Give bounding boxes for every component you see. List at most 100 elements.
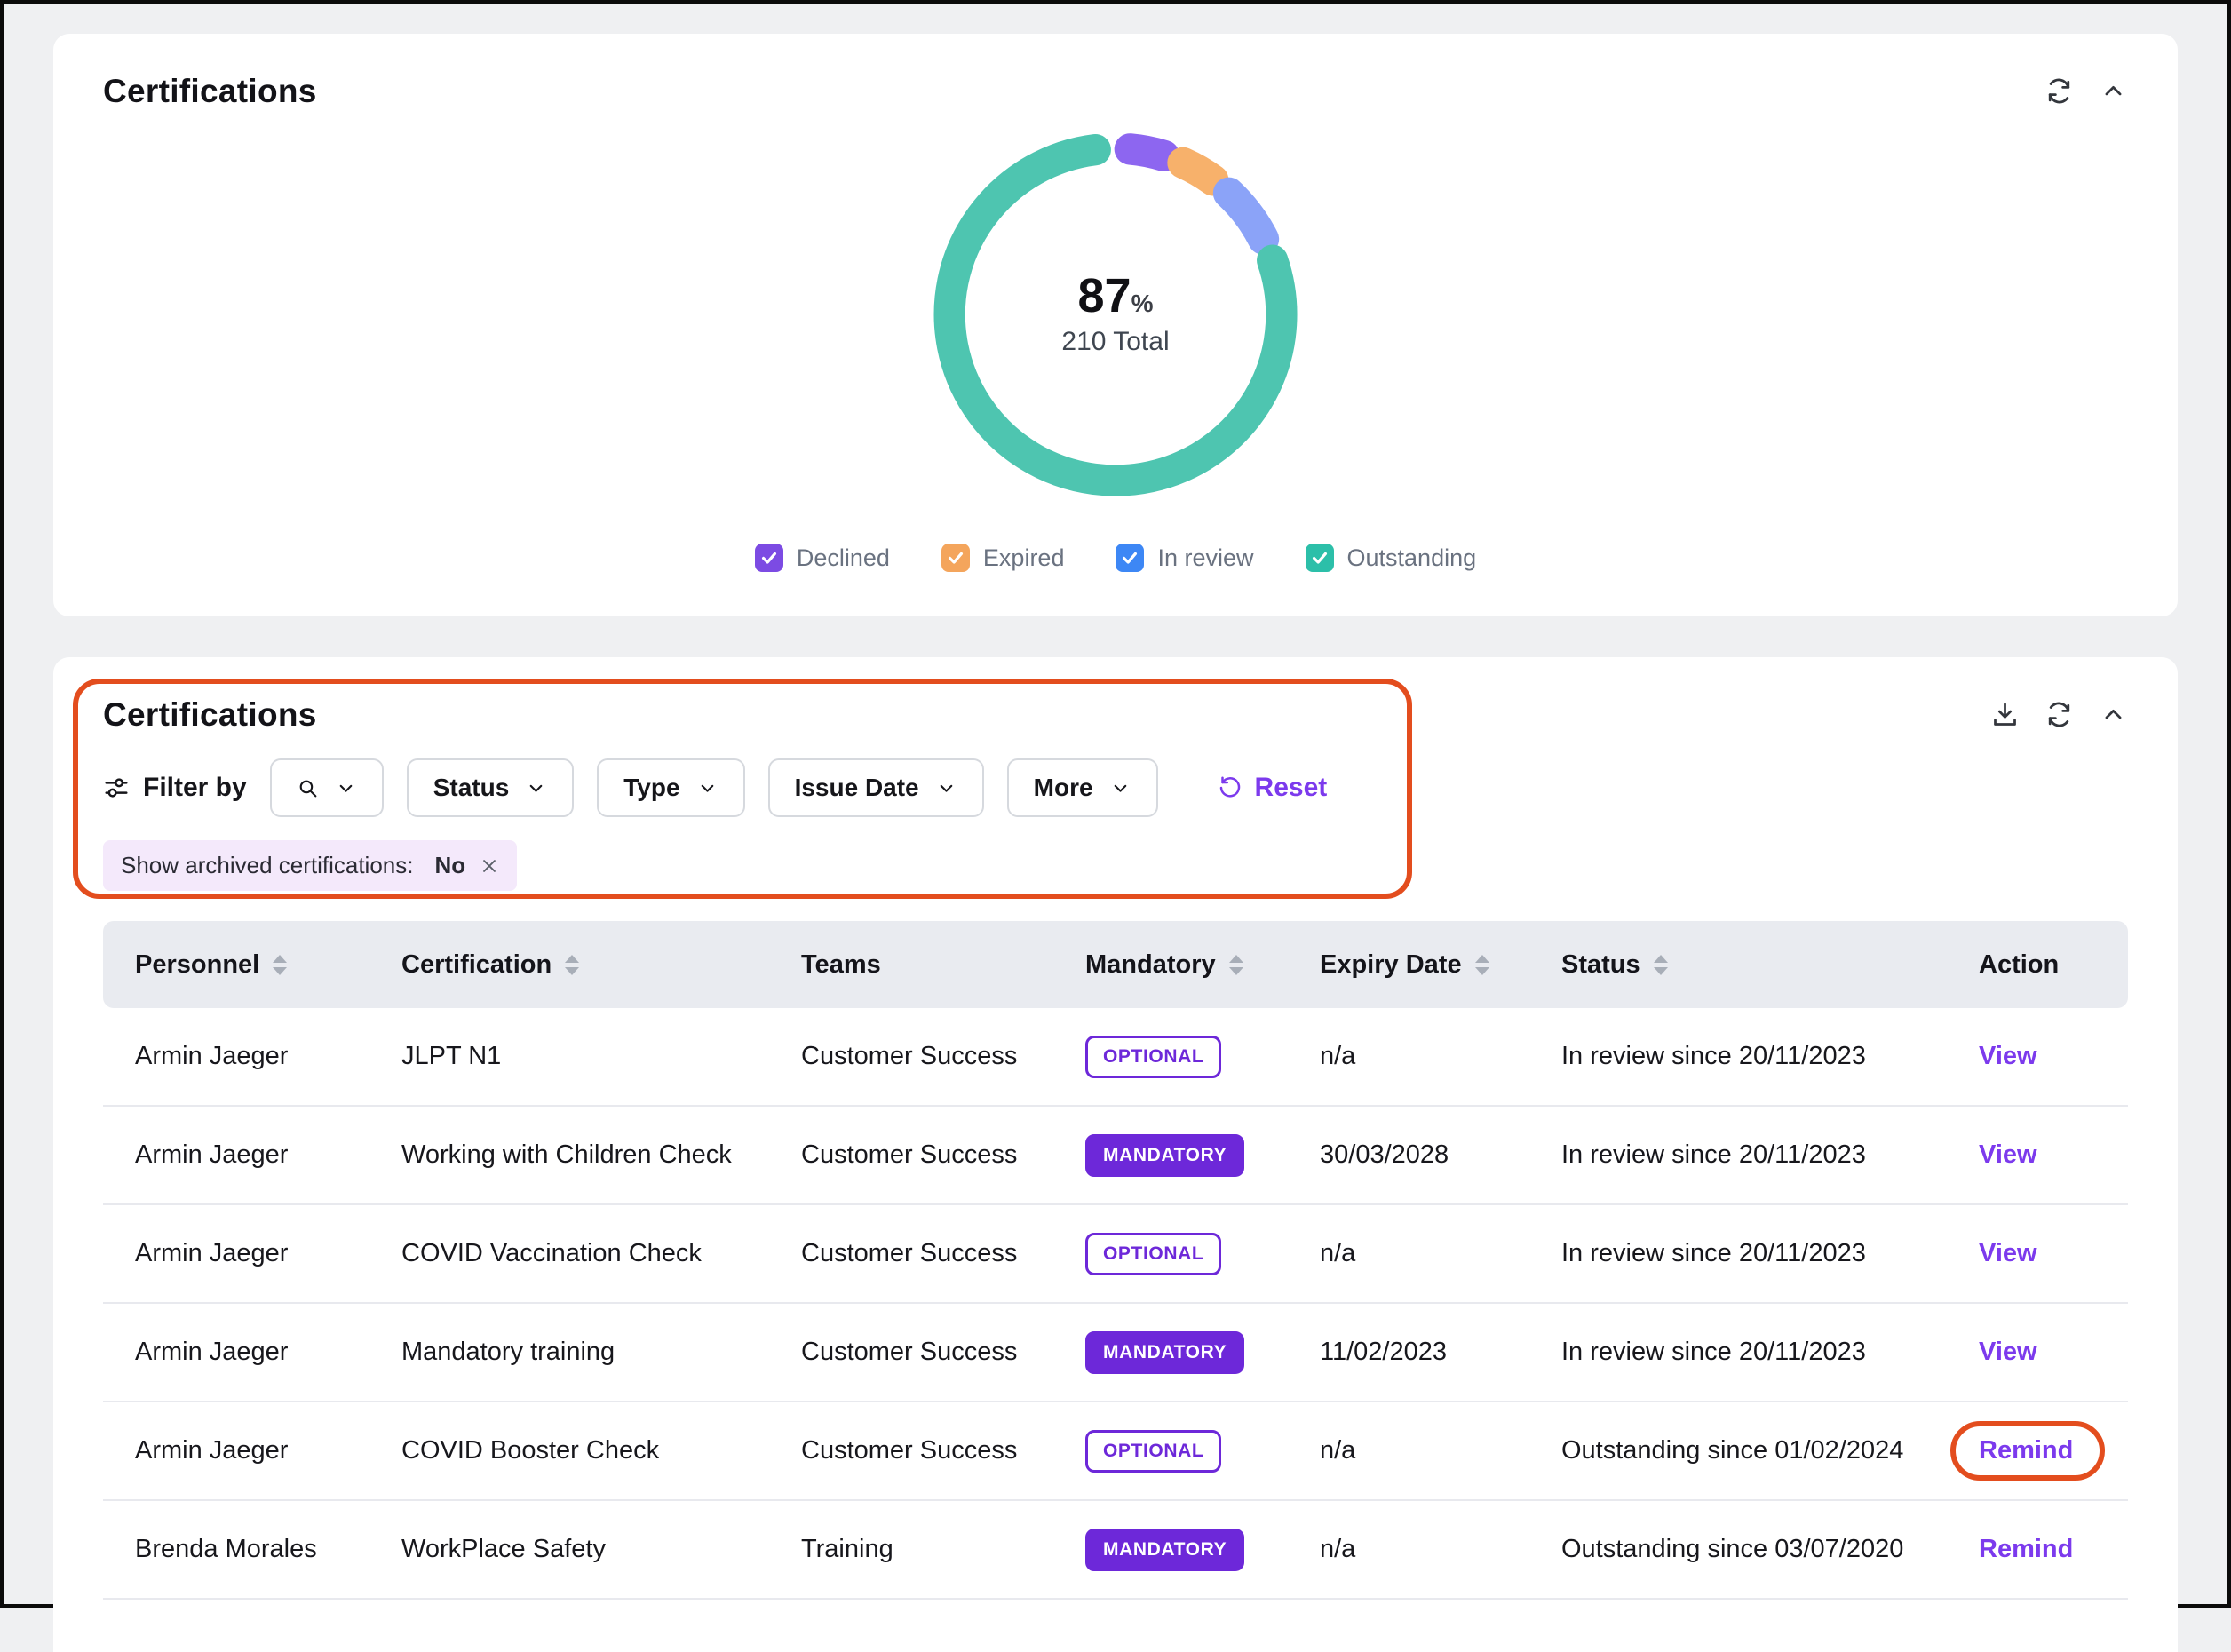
mandatory-badge: OPTIONAL xyxy=(1085,1036,1221,1078)
legend-label: Expired xyxy=(983,544,1065,572)
column-header-mandatory[interactable]: Mandatory xyxy=(1085,950,1320,980)
view-action-link[interactable]: View xyxy=(1979,1239,2037,1267)
cell-teams: Customer Success xyxy=(801,1338,1085,1367)
issue-date-filter-dropdown[interactable]: Issue Date xyxy=(768,758,984,817)
chip-text: Show archived certifications: xyxy=(121,852,413,879)
refresh-icon[interactable] xyxy=(2044,700,2074,729)
collapse-chevron-up-icon[interactable] xyxy=(2099,76,2128,106)
remind-action-link[interactable]: Remind xyxy=(1979,1436,2073,1465)
legend-label: In review xyxy=(1157,544,1253,572)
close-icon[interactable] xyxy=(480,856,499,876)
filter-by-label: Filter by xyxy=(103,773,247,803)
more-filter-dropdown[interactable]: More xyxy=(1007,758,1158,817)
mandatory-badge: MANDATORY xyxy=(1085,1331,1244,1374)
legend-label: Outstanding xyxy=(1347,544,1477,572)
sort-icon xyxy=(1229,955,1243,975)
donut-percent-value: 87% xyxy=(1078,272,1154,320)
cell-certification: COVID Vaccination Check xyxy=(401,1239,801,1268)
cell-personnel: Brenda Morales xyxy=(135,1535,401,1564)
reset-icon xyxy=(1217,774,1243,801)
checkbox-in-review-icon xyxy=(1116,544,1144,572)
view-action-link[interactable]: View xyxy=(1979,1140,2037,1169)
cell-status: In review since 20/11/2023 xyxy=(1561,1338,1979,1367)
reset-filters-button[interactable]: Reset xyxy=(1217,773,1328,803)
cell-status: In review since 20/11/2023 xyxy=(1561,1042,1979,1071)
table-header-row: Personnel Certification Teams Mandatory … xyxy=(103,921,2128,1008)
mandatory-badge: OPTIONAL xyxy=(1085,1430,1221,1473)
cell-personnel: Armin Jaeger xyxy=(135,1042,401,1071)
cell-status: Outstanding since 03/07/2020 xyxy=(1561,1535,1979,1564)
cell-personnel: Armin Jaeger xyxy=(135,1239,401,1268)
table-row: Armin Jaeger JLPT N1 Customer Success OP… xyxy=(103,1008,2128,1107)
cell-expiry-date: 30/03/2028 xyxy=(1320,1140,1561,1170)
certifications-donut-chart: 87% 210 Total xyxy=(922,121,1309,508)
cell-status: In review since 20/11/2023 xyxy=(1561,1239,1979,1268)
cell-personnel: Armin Jaeger xyxy=(135,1436,401,1465)
mandatory-badge: MANDATORY xyxy=(1085,1134,1244,1177)
certifications-summary-card: Certifications 87% 210 Total Declined xyxy=(53,34,2178,616)
donut-total-label: 210 Total xyxy=(1061,327,1169,357)
checkbox-expired-icon xyxy=(941,544,970,572)
column-header-certification[interactable]: Certification xyxy=(401,950,801,980)
donut-legend: Declined Expired In review Outstanding xyxy=(103,544,2128,572)
cell-certification: Working with Children Check xyxy=(401,1140,801,1170)
chevron-down-icon xyxy=(935,777,957,799)
cell-expiry-date: 11/02/2023 xyxy=(1320,1338,1561,1367)
checkbox-declined-icon xyxy=(755,544,783,572)
sort-icon xyxy=(1654,955,1668,975)
table-row: Armin Jaeger COVID Booster Check Custome… xyxy=(103,1402,2128,1501)
table-card-title: Certifications xyxy=(103,696,317,734)
cell-teams: Customer Success xyxy=(801,1042,1085,1071)
archived-filter-chip: Show archived certifications: No xyxy=(103,840,517,891)
cell-expiry-date: n/a xyxy=(1320,1535,1561,1564)
refresh-icon[interactable] xyxy=(2044,76,2074,106)
cell-personnel: Armin Jaeger xyxy=(135,1338,401,1367)
dashboard-page: { "colors": { "accent_purple": "#7c3aed"… xyxy=(0,0,2231,1608)
mandatory-badge: MANDATORY xyxy=(1085,1529,1244,1571)
status-filter-dropdown[interactable]: Status xyxy=(407,758,575,817)
table-row: Armin Jaeger COVID Vaccination Check Cus… xyxy=(103,1205,2128,1304)
column-header-teams: Teams xyxy=(801,950,1085,980)
chevron-down-icon xyxy=(335,777,357,799)
column-header-expiry-date[interactable]: Expiry Date xyxy=(1320,950,1561,980)
column-header-action: Action xyxy=(1979,950,2096,980)
view-action-link[interactable]: View xyxy=(1979,1042,2037,1070)
chevron-down-icon xyxy=(525,777,547,799)
column-header-status[interactable]: Status xyxy=(1561,950,1979,980)
legend-label: Declined xyxy=(797,544,890,572)
cell-teams: Training xyxy=(801,1535,1085,1564)
legend-item-outstanding[interactable]: Outstanding xyxy=(1306,544,1477,572)
cell-teams: Customer Success xyxy=(801,1436,1085,1465)
chip-value: No xyxy=(434,852,465,879)
table-row: Armin Jaeger Mandatory training Customer… xyxy=(103,1304,2128,1402)
cell-certification: Mandatory training xyxy=(401,1338,801,1367)
search-filter-dropdown[interactable] xyxy=(270,758,384,817)
certifications-table: Personnel Certification Teams Mandatory … xyxy=(103,921,2128,1600)
legend-item-in-review[interactable]: In review xyxy=(1116,544,1253,572)
type-filter-dropdown[interactable]: Type xyxy=(597,758,744,817)
cell-expiry-date: n/a xyxy=(1320,1436,1561,1465)
cell-personnel: Armin Jaeger xyxy=(135,1140,401,1170)
cell-certification: JLPT N1 xyxy=(401,1042,801,1071)
summary-card-title: Certifications xyxy=(103,73,317,110)
legend-item-expired[interactable]: Expired xyxy=(941,544,1065,572)
chevron-down-icon xyxy=(696,777,719,799)
collapse-chevron-up-icon[interactable] xyxy=(2099,700,2128,729)
cell-teams: Customer Success xyxy=(801,1140,1085,1170)
sliders-icon xyxy=(103,774,130,801)
cell-certification: WorkPlace Safety xyxy=(401,1535,801,1564)
view-action-link[interactable]: View xyxy=(1979,1338,2037,1366)
certifications-table-card: Certifications Filter by Status T xyxy=(53,657,2178,1652)
cell-teams: Customer Success xyxy=(801,1239,1085,1268)
legend-item-declined[interactable]: Declined xyxy=(755,544,890,572)
checkbox-outstanding-icon xyxy=(1306,544,1334,572)
sort-icon xyxy=(1475,955,1489,975)
chevron-down-icon xyxy=(1109,777,1131,799)
remind-action-link[interactable]: Remind xyxy=(1979,1535,2073,1563)
column-header-personnel[interactable]: Personnel xyxy=(135,950,401,980)
table-row: Brenda Morales WorkPlace Safety Training… xyxy=(103,1501,2128,1600)
download-icon[interactable] xyxy=(1990,700,2020,729)
filter-bar: Filter by Status Type Issue Date More Re… xyxy=(103,758,2128,817)
sort-icon xyxy=(273,955,287,975)
cell-status: Outstanding since 01/02/2024 xyxy=(1561,1436,1979,1465)
